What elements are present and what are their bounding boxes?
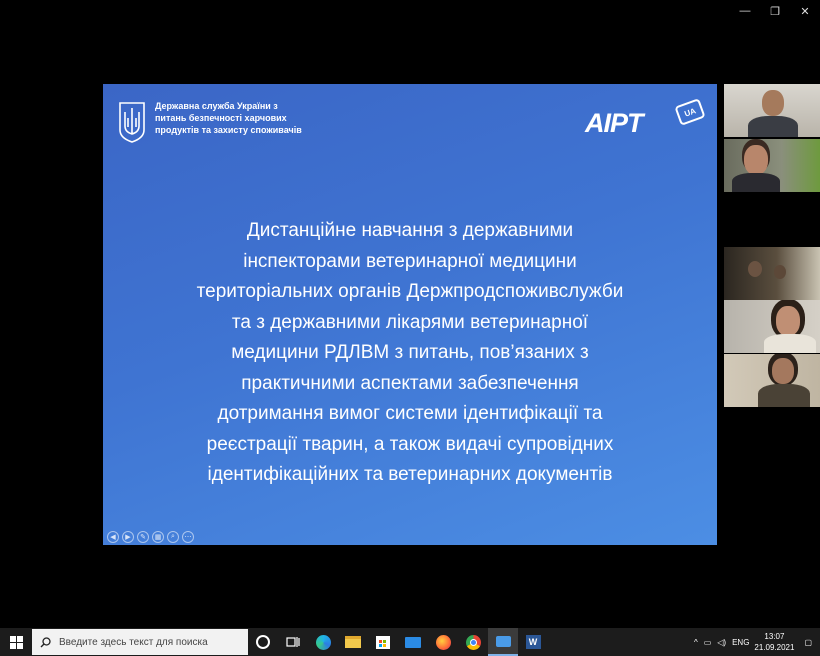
person-head	[748, 261, 762, 277]
clock-time: 13:07	[764, 632, 785, 641]
person-head	[776, 306, 800, 336]
org-line-1: Державна служба України з	[155, 101, 278, 111]
cortana-icon[interactable]	[248, 628, 278, 656]
start-button[interactable]	[0, 628, 32, 656]
task-view-icon[interactable]	[278, 628, 308, 656]
mail-icon[interactable]	[398, 628, 428, 656]
window-controls: — ❐ ✕	[730, 0, 820, 22]
logo-text: AIPT	[585, 108, 644, 138]
title-line-6: практичними аспектами забезпечення	[241, 372, 579, 394]
title-line-1: Дистанційне навчання з державними	[246, 220, 574, 241]
clock-date: 21.09.2021	[754, 643, 795, 652]
title-line-4: та з державними лікарями ветеринарної	[231, 311, 589, 333]
pen-icon[interactable]: ✎	[137, 531, 149, 543]
logo-badge: UA	[674, 98, 706, 126]
slide-toolbar: ◀ ▶ ✎ ▦ ⌕ ⋯	[107, 531, 194, 543]
logo-badge-text: UA	[683, 105, 697, 119]
title-line-3: територіальних органів Держпродспоживслу…	[196, 281, 624, 302]
next-slide-icon[interactable]: ▶	[122, 531, 134, 543]
notifications-icon[interactable]: ▢	[796, 638, 820, 647]
title-line-8: реєстрації тварин, а також видачі супров…	[206, 433, 614, 455]
person-body	[732, 173, 780, 192]
clock[interactable]: 13:07 21.09.2021	[752, 631, 796, 653]
chrome-icon[interactable]	[458, 628, 488, 656]
org-line-2: питань безпечності харчових	[155, 113, 287, 123]
volume-icon[interactable]: ◁)	[714, 638, 729, 647]
title-line-2: інспекторами ветеринарної медицини	[243, 250, 577, 272]
participant-video-5[interactable]	[724, 354, 820, 407]
word-icon[interactable]: W	[518, 628, 548, 656]
person-body	[764, 334, 816, 353]
edge-browser-icon[interactable]	[308, 628, 338, 656]
taskbar: Введите здесь текст для поиска W ^ ▭ ◁) …	[0, 628, 820, 656]
show-hidden-icons-chevron-icon[interactable]: ^	[691, 638, 701, 647]
participant-video-3[interactable]	[724, 247, 820, 300]
file-explorer-icon[interactable]	[338, 628, 368, 656]
person-head	[774, 265, 786, 279]
restore-button[interactable]: ❐	[760, 0, 790, 22]
shared-slide: Державна служба України з питань безпечн…	[103, 84, 717, 545]
organization-header: Державна служба України з питань безпечн…	[117, 100, 325, 144]
participant-video-4[interactable]	[724, 300, 820, 353]
participant-video-2[interactable]	[724, 139, 820, 192]
previous-slide-icon[interactable]: ◀	[107, 531, 119, 543]
title-line-9: ідентифікаційних та ветеринарних докумен…	[207, 464, 613, 485]
participant-video-1[interactable]	[724, 84, 820, 137]
firefox-icon[interactable]	[428, 628, 458, 656]
close-button[interactable]: ✕	[790, 0, 820, 22]
input-language[interactable]: ENG	[729, 638, 752, 647]
more-options-icon[interactable]: ⋯	[182, 531, 194, 543]
person-head	[762, 90, 784, 116]
slide-title: Дистанційне навчання з державними інспек…	[103, 216, 717, 491]
minimize-button[interactable]: —	[730, 0, 760, 22]
zoom-icon[interactable]: ⌕	[167, 531, 179, 543]
video-conference-app-icon[interactable]	[488, 628, 518, 656]
taskbar-search-box[interactable]: Введите здесь текст для поиска	[32, 629, 248, 655]
title-line-7: дотримання вимог системи ідентифікації т…	[217, 403, 603, 424]
person-head	[772, 358, 794, 384]
windows-logo-icon	[9, 635, 23, 649]
person-body	[758, 384, 810, 407]
trident-emblem-icon	[119, 102, 145, 143]
network-icon[interactable]: ▭	[701, 638, 715, 647]
search-icon	[40, 636, 51, 647]
title-line-5: медицини РДЛВМ з питань, пов’язаних з	[231, 342, 589, 363]
person-head	[744, 145, 768, 175]
org-line-3: продуктів та захисту споживачів	[155, 125, 302, 135]
store-icon[interactable]	[368, 628, 398, 656]
system-tray: ^ ▭ ◁) ENG 13:07 21.09.2021 ▢	[691, 628, 820, 656]
search-placeholder: Введите здесь текст для поиска	[59, 636, 208, 648]
slides-grid-icon[interactable]: ▦	[152, 531, 164, 543]
aipt-logo: AIPT UA	[585, 98, 706, 142]
person-body	[748, 116, 798, 137]
